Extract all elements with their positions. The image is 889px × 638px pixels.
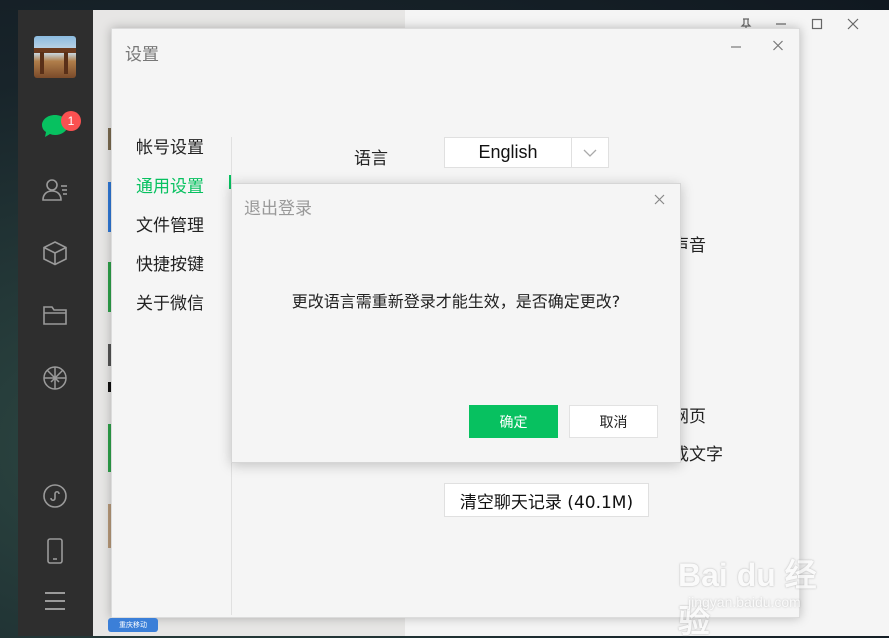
avatar[interactable] xyxy=(34,36,76,78)
moments-icon[interactable] xyxy=(40,363,70,393)
settings-close-icon[interactable] xyxy=(772,37,784,55)
carrier-tag: 重庆移动 xyxy=(108,618,158,632)
baidu-watermark: Bai du 经验 jingyan.baidu.com xyxy=(678,550,848,638)
maximize-icon[interactable] xyxy=(811,18,823,34)
settings-minimize-icon[interactable] xyxy=(730,37,742,55)
nav-shortcuts[interactable]: 快捷按键 xyxy=(136,250,204,275)
watermark-url: jingyan.baidu.com xyxy=(688,594,801,610)
nav-general-settings[interactable]: 通用设置 xyxy=(136,172,204,197)
unread-badge: 1 xyxy=(61,111,81,131)
close-icon[interactable] xyxy=(847,18,859,34)
language-label: 语言 xyxy=(354,149,388,169)
contacts-icon[interactable] xyxy=(40,175,70,205)
dialog-title: 退出登录 xyxy=(244,199,312,219)
dialog-close-icon[interactable] xyxy=(654,191,665,209)
confirm-button[interactable]: 确定 xyxy=(469,405,558,438)
cancel-button[interactable]: 取消 xyxy=(569,405,658,438)
settings-title: 设置 xyxy=(125,45,159,65)
mini-program-icon[interactable] xyxy=(40,481,70,511)
logout-dialog: 退出登录 更改语言需重新登录才能生效，是否确定更改? 确定 取消 xyxy=(231,183,681,463)
folder-icon[interactable] xyxy=(40,300,70,330)
clear-chat-history-button[interactable]: 清空聊天记录 (40.1M) xyxy=(444,483,649,517)
nav-file-management[interactable]: 文件管理 xyxy=(136,211,204,236)
chevron-down-icon[interactable] xyxy=(571,138,608,167)
nav-account-settings[interactable]: 帐号设置 xyxy=(136,133,204,158)
sidebar: 1 xyxy=(18,10,93,636)
language-value: English xyxy=(478,142,538,162)
favorites-icon[interactable] xyxy=(40,238,70,268)
dialog-message: 更改语言需重新登录才能生效，是否确定更改? xyxy=(291,292,621,311)
language-select[interactable]: English xyxy=(444,137,609,168)
menu-icon[interactable] xyxy=(40,586,70,616)
phone-icon[interactable] xyxy=(40,536,70,566)
nav-about-wechat[interactable]: 关于微信 xyxy=(136,289,204,314)
